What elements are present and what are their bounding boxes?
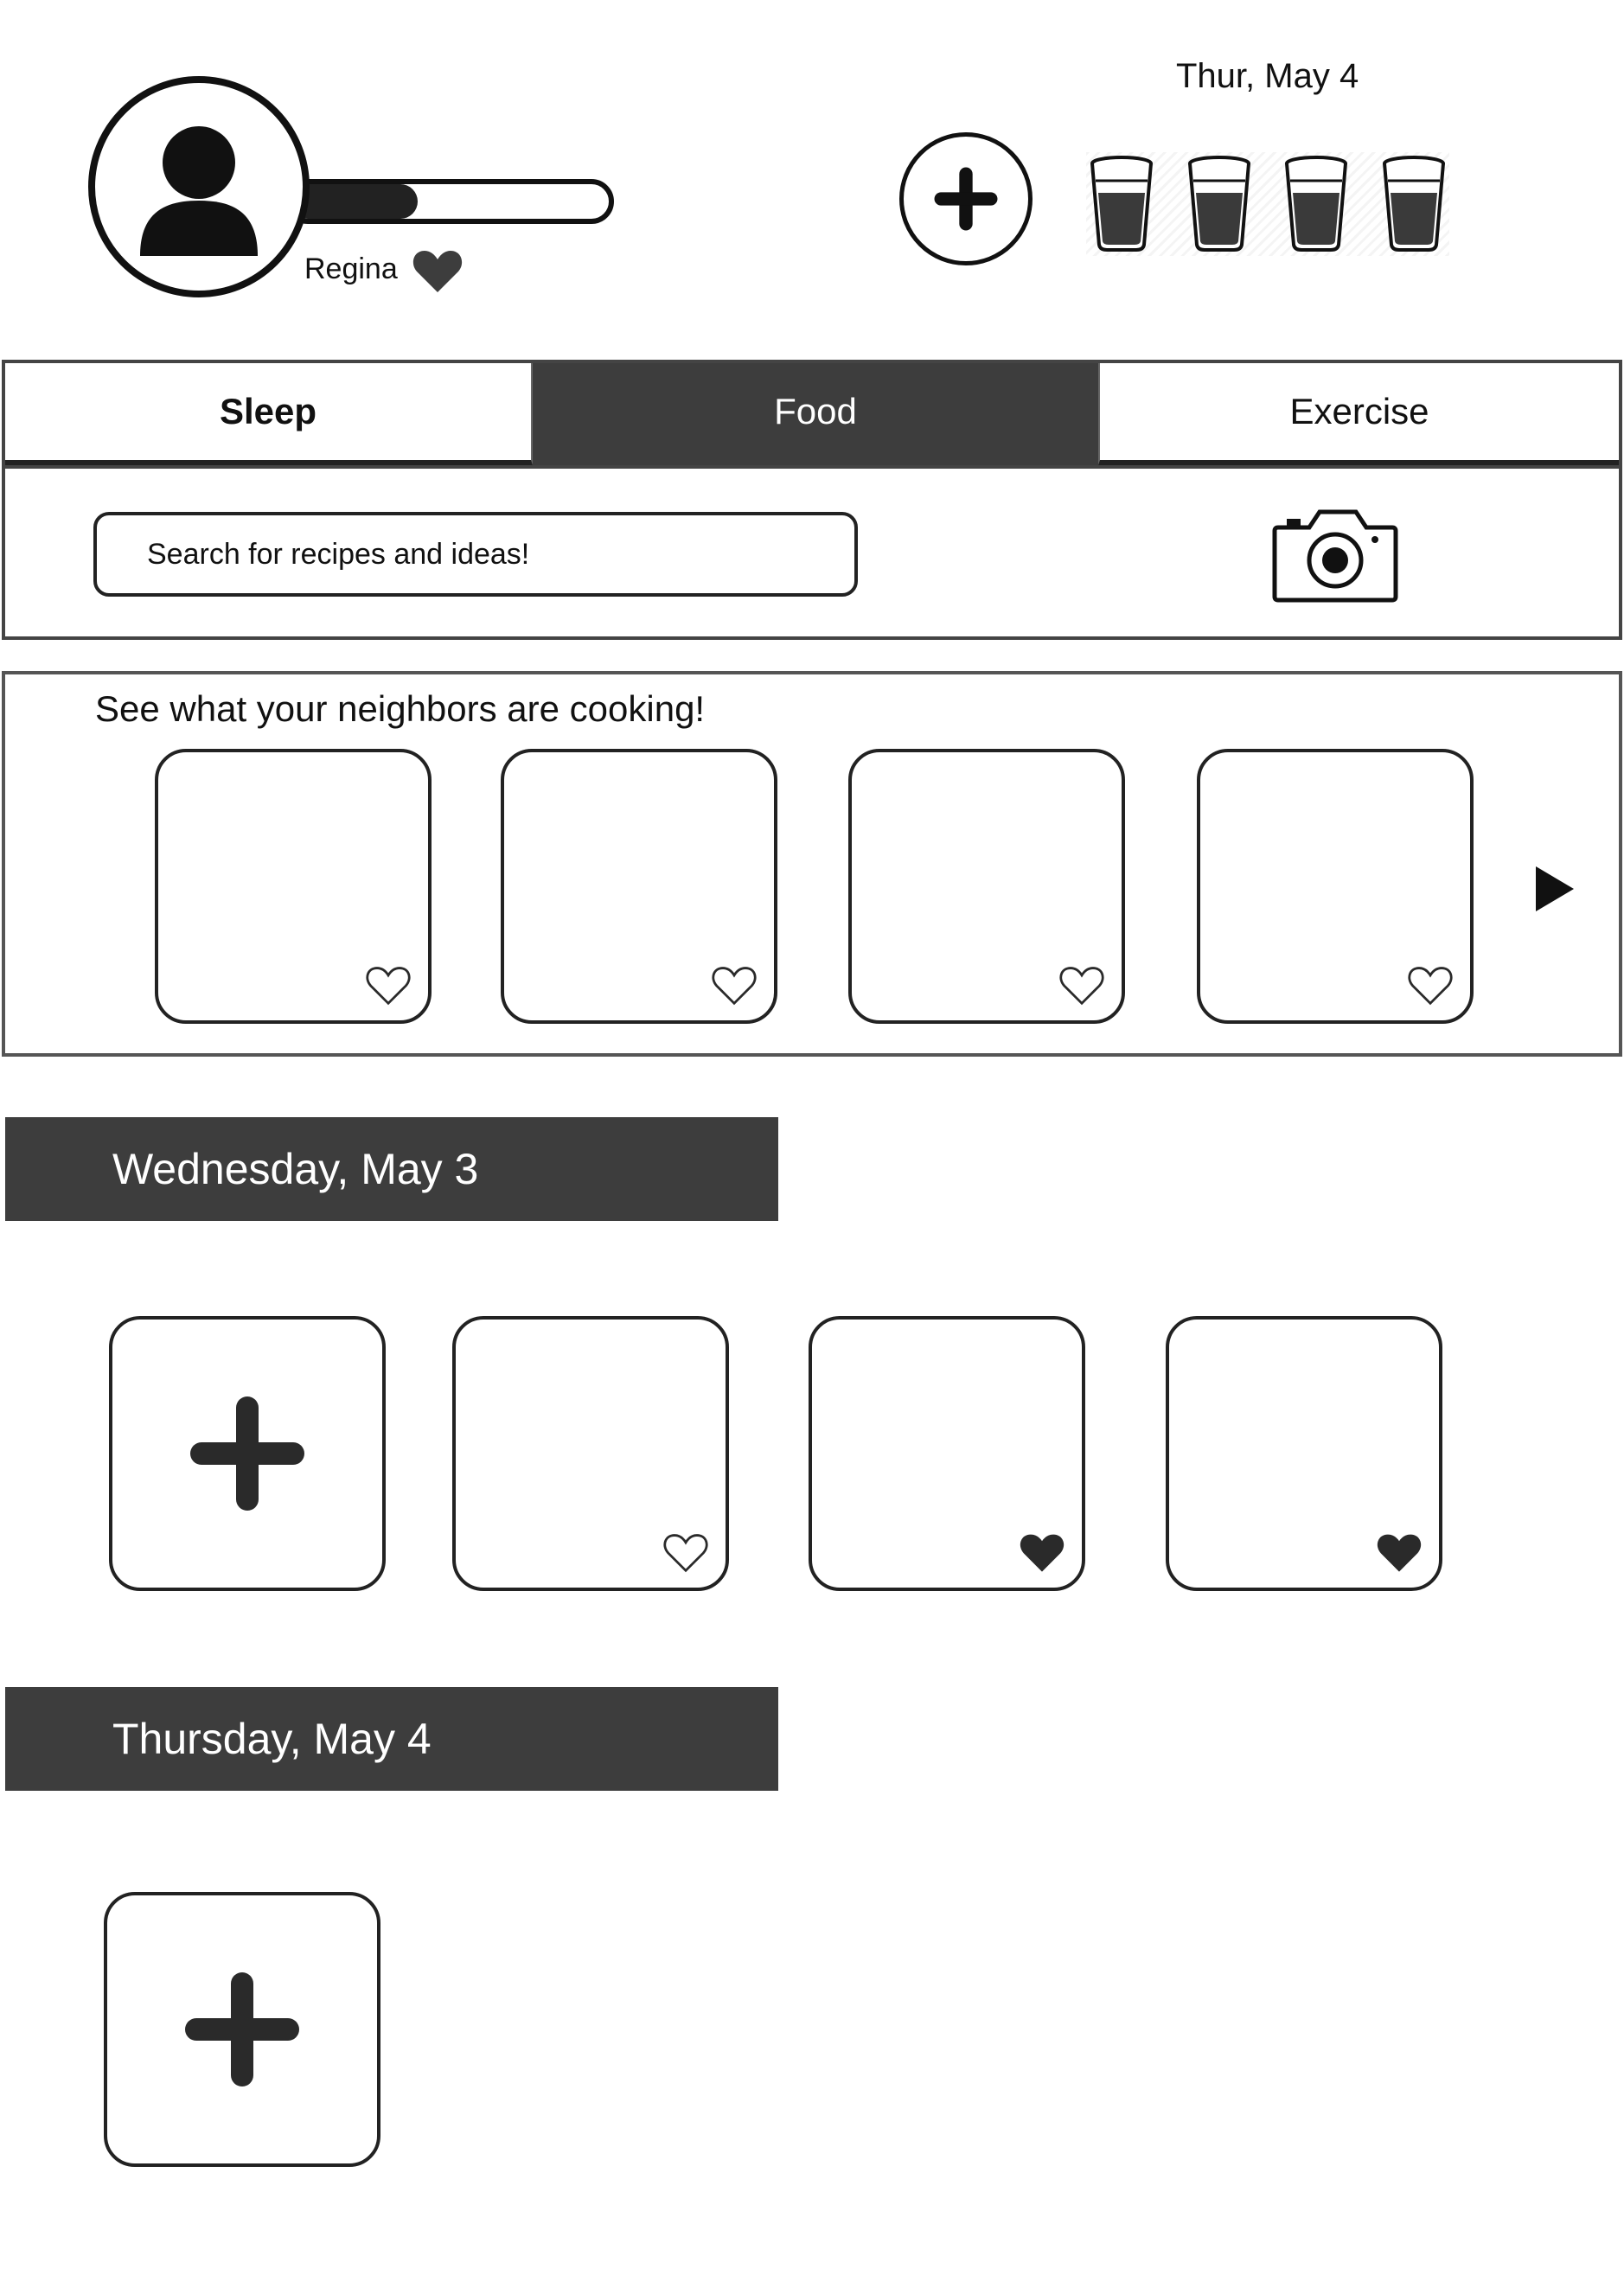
neighbor-recipe-card[interactable] xyxy=(848,749,1125,1024)
day-header-thursday: Thursday, May 4 xyxy=(5,1687,778,1791)
neighbor-recipe-card[interactable] xyxy=(155,749,432,1024)
neighbor-recipe-card[interactable] xyxy=(1197,749,1474,1024)
water-intake-tracker xyxy=(1086,152,1449,256)
neighbors-title: See what your neighbors are cooking! xyxy=(95,688,706,729)
plus-icon xyxy=(934,167,998,231)
plus-icon xyxy=(190,1396,304,1511)
search-panel: Search for recipes and ideas! xyxy=(2,465,1622,640)
avatar[interactable] xyxy=(88,76,310,297)
recipe-search-input[interactable]: Search for recipes and ideas! xyxy=(93,512,858,597)
water-glass-icon[interactable] xyxy=(1086,155,1157,253)
add-meal-button[interactable] xyxy=(104,1892,380,2167)
tab-exercise[interactable]: Exercise xyxy=(1098,363,1619,465)
camera-icon[interactable] xyxy=(1269,503,1401,605)
add-water-button[interactable] xyxy=(899,132,1033,265)
heart-icon[interactable] xyxy=(1018,1531,1066,1574)
heart-icon[interactable] xyxy=(1375,1531,1423,1574)
plus-icon xyxy=(185,1972,299,2086)
meal-entry-card[interactable] xyxy=(452,1316,729,1591)
person-icon xyxy=(140,126,258,256)
current-date: Thur, May 4 xyxy=(1176,57,1359,95)
heart-icon xyxy=(412,251,463,292)
health-progress-fill xyxy=(291,184,419,219)
category-tabs: Sleep Food Exercise xyxy=(2,360,1622,469)
neighbors-panel: See what your neighbors are cooking! xyxy=(2,671,1622,1057)
day-header-wednesday: Wednesday, May 3 xyxy=(5,1117,778,1221)
heart-icon[interactable] xyxy=(364,963,412,1006)
heart-icon[interactable] xyxy=(710,963,758,1006)
water-glass-icon[interactable] xyxy=(1281,155,1352,253)
play-arrow-icon[interactable] xyxy=(1532,863,1577,915)
heart-icon[interactable] xyxy=(662,1531,710,1574)
meal-entry-card[interactable] xyxy=(809,1316,1085,1591)
neighbor-recipe-card[interactable] xyxy=(501,749,777,1024)
user-name: Regina xyxy=(304,252,398,285)
health-progress-bar xyxy=(285,179,614,224)
water-glass-icon[interactable] xyxy=(1378,155,1449,253)
tab-sleep[interactable]: Sleep xyxy=(5,363,533,465)
heart-icon[interactable] xyxy=(1406,963,1455,1006)
meal-entry-card[interactable] xyxy=(1166,1316,1442,1591)
tab-food[interactable]: Food xyxy=(533,363,1098,465)
water-glass-icon[interactable] xyxy=(1184,155,1255,253)
heart-icon[interactable] xyxy=(1058,963,1106,1006)
add-meal-button[interactable] xyxy=(109,1316,386,1591)
